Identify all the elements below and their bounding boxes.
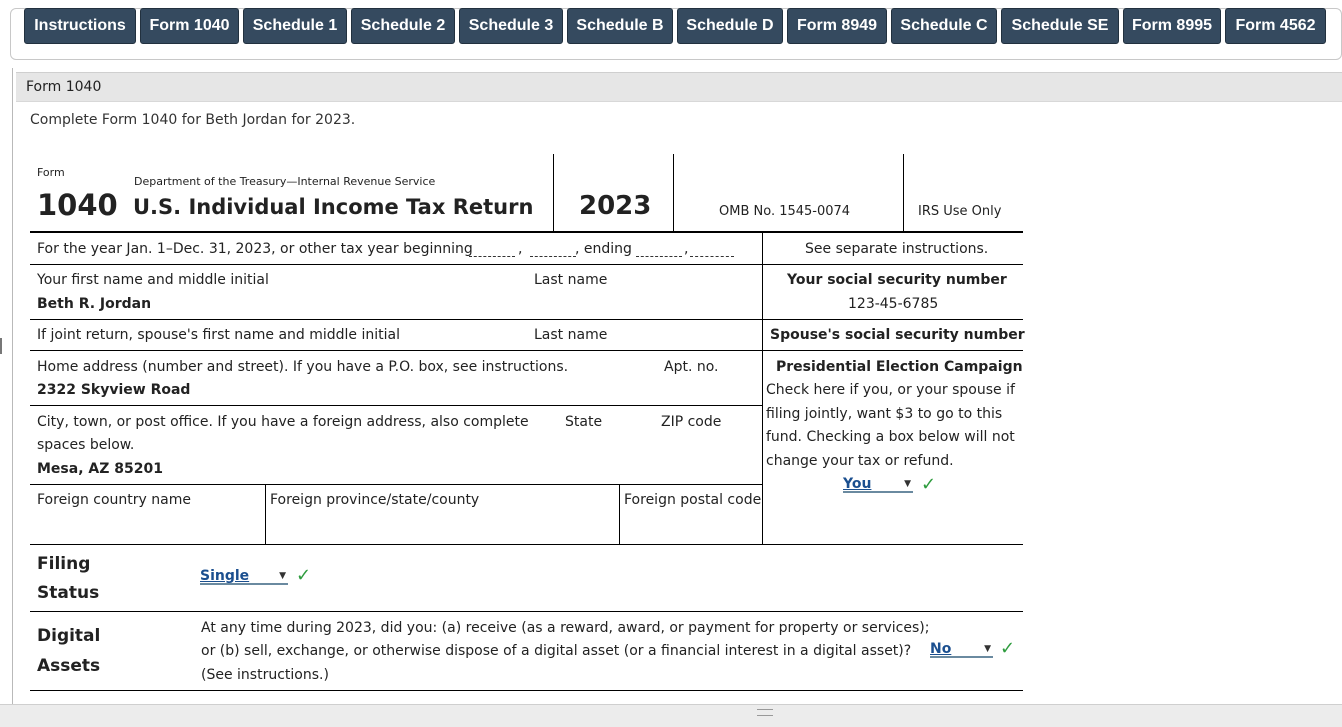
pec-select-value: You (843, 475, 872, 492)
pec-text-line: fund. Checking a box below will not (766, 429, 1015, 445)
divider (903, 154, 904, 231)
apt-label: Apt. no. (664, 359, 719, 375)
form-title: U.S. Individual Income Tax Return (133, 195, 534, 219)
state-label: State (565, 414, 603, 430)
city-label-cont: spaces below. (37, 437, 135, 453)
checkmark-icon: ✓ (921, 474, 937, 495)
digital-assets-note: (See instructions.) (201, 667, 329, 683)
tab-form-4562[interactable]: Form 4562 (1225, 8, 1326, 44)
address-value[interactable]: 2322 Skyview Road (37, 382, 190, 398)
digital-assets-heading: Digital (37, 626, 101, 646)
pec-text-line: Check here if you, or your spouse if (766, 382, 1015, 398)
divider (619, 485, 620, 545)
dropdown-caret-icon: ▼ (984, 643, 991, 654)
rule (30, 484, 762, 485)
scroll-indicator[interactable] (0, 338, 2, 354)
digital-assets-question: At any time during 2023, did you: (a) re… (201, 620, 930, 636)
tax-year: 2023 (579, 191, 652, 221)
filing-status-select[interactable]: Single ▼ (200, 568, 288, 585)
ssn-value[interactable]: 123-45-6785 (848, 296, 938, 312)
begin-year-field[interactable] (530, 255, 576, 257)
foreign-country-label: Foreign country name (37, 492, 191, 508)
filing-status-value: Single (200, 567, 250, 584)
rule (30, 350, 1023, 351)
divider (265, 485, 266, 545)
comma: , (684, 241, 689, 257)
resize-grip-icon[interactable] (757, 709, 773, 716)
tab-schedule-2[interactable]: Schedule 2 (351, 8, 455, 44)
rule (30, 690, 1023, 691)
address-label: Home address (number and street). If you… (37, 359, 569, 375)
first-name-value[interactable]: Beth R. Jordan (37, 296, 151, 312)
ssn-label: Your social security number (787, 272, 1007, 288)
department-text: Department of the Treasury—Internal Reve… (134, 175, 436, 188)
spouse-ssn-label: Spouse's social security number (770, 327, 1025, 343)
divider (673, 154, 674, 231)
tab-schedule-se[interactable]: Schedule SE (1001, 8, 1119, 44)
tab-form-8949[interactable]: Form 8949 (787, 8, 887, 44)
tab-schedule-1[interactable]: Schedule 1 (243, 8, 347, 44)
omb-number: OMB No. 1545-0074 (719, 204, 851, 219)
begin-date-field[interactable] (469, 255, 515, 257)
comma: , (518, 241, 523, 257)
tab-schedule-d[interactable]: Schedule D (677, 8, 783, 44)
rule (30, 319, 1023, 320)
spouse-name-label: If joint return, spouse's first name and… (37, 327, 400, 343)
city-value[interactable]: Mesa, AZ 85201 (37, 461, 163, 477)
zip-label: ZIP code (661, 414, 722, 430)
last-name-label: Last name (534, 272, 608, 288)
rule (30, 611, 1023, 612)
ending-label: , ending (575, 241, 632, 257)
pec-title: Presidential Election Campaign (776, 359, 1023, 375)
see-instructions: See separate instructions. (805, 241, 989, 257)
dropdown-caret-icon: ▼ (279, 570, 286, 581)
filing-status-heading-cont: Status (37, 583, 100, 603)
end-year-field[interactable] (690, 255, 734, 257)
pec-text-line: filing jointly, want $3 to go to this (766, 406, 1003, 422)
divider (553, 154, 554, 231)
panel-title: Form 1040 (16, 72, 1342, 102)
checkmark-icon: ✓ (296, 565, 312, 586)
rule (30, 544, 1023, 545)
pec-text-line: change your tax or refund. (766, 453, 954, 469)
form-number: 1040 (37, 188, 118, 222)
foreign-postal-label: Foreign postal code (624, 492, 762, 508)
spouse-last-name-label: Last name (534, 327, 608, 343)
pec-select[interactable]: You ▼ (843, 476, 913, 493)
rule (30, 264, 1023, 265)
dropdown-caret-icon: ▼ (904, 478, 911, 489)
divider (762, 233, 763, 545)
digital-assets-question-cont: or (b) sell, exchange, or otherwise disp… (201, 643, 912, 659)
digital-assets-heading-cont: Assets (37, 656, 101, 676)
tab-schedule-3[interactable]: Schedule 3 (459, 8, 563, 44)
rule (30, 405, 762, 406)
checkmark-icon: ✓ (1000, 638, 1016, 659)
end-date-field[interactable] (636, 255, 682, 257)
tab-schedule-c[interactable]: Schedule C (891, 8, 997, 44)
filing-status-heading: Filing (37, 554, 91, 574)
irs-use-only: IRS Use Only (918, 204, 1002, 219)
tab-instructions[interactable]: Instructions (24, 8, 136, 44)
digital-assets-value: No (930, 640, 952, 657)
digital-assets-select[interactable]: No ▼ (930, 641, 993, 658)
resize-bar[interactable] (0, 704, 1342, 727)
city-label: City, town, or post office. If you have … (37, 414, 529, 430)
rule (30, 231, 1023, 233)
tax-year-label: For the year Jan. 1–Dec. 31, 2023, or ot… (37, 241, 473, 257)
form-label: Form (37, 166, 65, 179)
tab-schedule-b[interactable]: Schedule B (567, 8, 673, 44)
tab-form-8995[interactable]: Form 8995 (1123, 8, 1221, 44)
tab-form-1040[interactable]: Form 1040 (140, 8, 239, 44)
foreign-province-label: Foreign province/state/county (270, 492, 480, 508)
panel-border (12, 68, 13, 708)
first-name-label: Your first name and middle initial (37, 272, 269, 288)
intro-text: Complete Form 1040 for Beth Jordan for 2… (30, 112, 356, 128)
